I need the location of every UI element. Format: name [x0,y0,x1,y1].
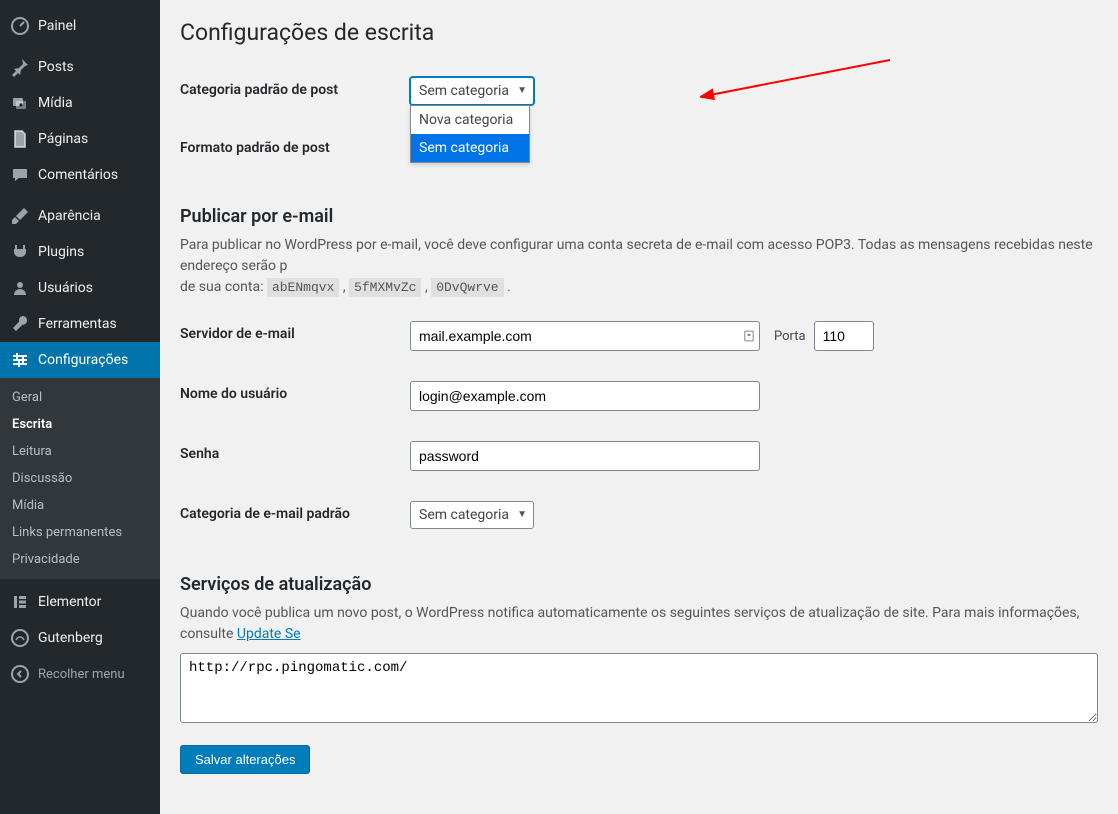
mail-pass-input[interactable] [410,441,760,471]
users-icon [10,278,30,298]
email-category-label: Categoria de e-mail padrão [180,486,400,544]
menu-label: Ferramentas [38,316,117,332]
ping-sites-textarea[interactable] [180,653,1098,723]
menu-label: Páginas [38,131,88,147]
writing-settings-table: Categoria padrão de post Sem categoria ▼… [180,62,1098,176]
menu-label: Elementor [38,594,101,610]
settings-submenu: Geral Escrita Leitura Discussão Mídia Li… [0,378,160,579]
media-icon [10,93,30,113]
comments-icon [10,165,30,185]
mail-server-input[interactable] [410,321,760,351]
chevron-down-icon: ▼ [517,81,527,101]
menu-label: Plugins [38,244,84,260]
mail-login-input[interactable] [410,381,760,411]
menu-label: Mídia [38,95,73,111]
sidebar-item-elementor[interactable]: Elementor [0,584,160,620]
mail-pass-label: Senha [180,426,400,486]
submenu-item-escrita[interactable]: Escrita [0,411,160,438]
port-label: Porta [774,329,806,344]
tools-icon [10,314,30,334]
elementor-icon [10,592,30,612]
sidebar-item-comentarios[interactable]: Comentários [0,157,160,193]
sidebar-item-painel[interactable]: Painel [0,8,160,44]
brush-icon [10,206,30,226]
page-icon [10,129,30,149]
submenu-item-links-permanentes[interactable]: Links permanentes [0,519,160,546]
menu-label: Posts [38,59,74,75]
menu-label: Painel [38,18,76,34]
submenu-item-geral[interactable]: Geral [0,384,160,411]
update-services-desc: Quando você publica um novo post, o Word… [180,603,1098,645]
settings-icon [10,350,30,370]
email-settings-table: Servidor de e-mail Porta Nome do usuário… [180,306,1098,544]
collapse-menu-button[interactable]: Recolher menu [0,656,160,692]
menu-label: Aparência [38,208,101,224]
submenu-item-midia[interactable]: Mídia [0,492,160,519]
main-content: Configurações de escrita Categoria padrã… [160,0,1118,814]
mail-server-label: Servidor de e-mail [180,306,400,366]
submenu-item-discussao[interactable]: Discussão [0,465,160,492]
sidebar-item-paginas[interactable]: Páginas [0,121,160,157]
default-category-label: Categoria padrão de post [180,62,400,120]
random-code-1: abENmqvx [267,278,339,297]
menu-label: Comentários [38,167,118,183]
submenu-item-leitura[interactable]: Leitura [0,438,160,465]
pin-icon [10,57,30,77]
update-services-link[interactable]: Update Se [237,626,301,642]
select-value: Sem categoria [419,505,509,525]
sidebar-item-plugins[interactable]: Plugins [0,234,160,270]
mail-login-label: Nome do usuário [180,366,400,426]
page-title: Configurações de escrita [180,10,1098,62]
sidebar-item-usuarios[interactable]: Usuários [0,270,160,306]
mail-port-input[interactable] [814,321,874,351]
plug-icon [10,242,30,262]
menu-label: Configurações [38,352,128,368]
menu-label: Usuários [38,280,93,296]
menu-label: Gutenberg [38,630,103,646]
sidebar-item-gutenberg[interactable]: Gutenberg [0,620,160,656]
collapse-label: Recolher menu [38,667,125,682]
random-code-2: 5fMXMvZc [349,278,421,297]
default-category-dropdown: Nova categoria Sem categoria [410,105,530,163]
sidebar-item-configuracoes[interactable]: Configurações [0,342,160,378]
collapse-icon [10,664,30,684]
email-section-title: Publicar por e-mail [180,206,1098,227]
sidebar-item-posts[interactable]: Posts [0,49,160,85]
random-code-3: 0DvQwrve [431,278,503,297]
email-section-desc: Para publicar no WordPress por e-mail, v… [180,235,1098,298]
chevron-down-icon: ▼ [517,505,527,525]
dropdown-option-nova-categoria[interactable]: Nova categoria [411,106,529,134]
dropdown-option-sem-categoria[interactable]: Sem categoria [411,134,529,162]
sidebar-item-ferramentas[interactable]: Ferramentas [0,306,160,342]
dashboard-icon [10,16,30,36]
default-post-format-label: Formato padrão de post [180,120,400,176]
default-category-select[interactable]: Sem categoria ▼ [410,77,534,105]
submenu-item-privacidade[interactable]: Privacidade [0,546,160,573]
update-services-title: Serviços de atualização [180,574,1098,595]
sidebar-item-midia[interactable]: Mídia [0,85,160,121]
select-value: Sem categoria [419,81,509,101]
email-category-select[interactable]: Sem categoria ▼ [410,501,534,529]
gutenberg-icon [10,628,30,648]
sidebar-item-aparencia[interactable]: Aparência [0,198,160,234]
admin-sidebar: Painel Posts Mídia Páginas Comentários A… [0,0,160,814]
